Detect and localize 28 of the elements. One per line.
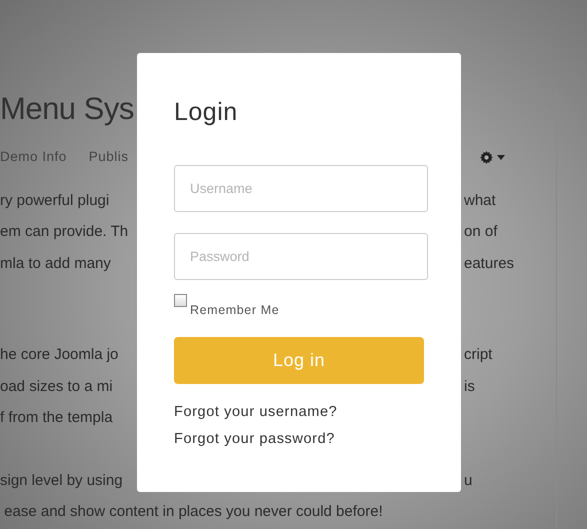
dialog-title: Login	[174, 97, 239, 127]
caret-icon	[497, 154, 505, 160]
forgot-password-link[interactable]: Forgot your password?	[174, 430, 335, 448]
username-field[interactable]: Username	[174, 165, 428, 212]
remember-checkbox[interactable]	[174, 294, 187, 307]
paragraph-text: ease and show content in places you never could before!	[3, 503, 383, 520]
paragraph-text: he core Joomla jo	[0, 346, 118, 363]
paragraph-text: ry powerful plugi	[0, 192, 110, 208]
remember-label: Remember Me	[190, 302, 280, 319]
paragraph-text: f from the templa	[0, 409, 113, 426]
paragraph-text: sign level by using	[0, 472, 123, 488]
paragraph-text: is	[464, 376, 475, 396]
paragraph-text: eatures	[464, 254, 514, 274]
settings-icon	[480, 150, 493, 164]
login-button[interactable]: Log in	[174, 337, 424, 384]
password-field[interactable]: Password	[174, 233, 428, 280]
nav-link[interactable]: Demo Info	[0, 146, 67, 168]
nav-link[interactable]: Publis	[88, 146, 129, 168]
paragraph-text: on of	[464, 222, 498, 242]
paragraph-text: em can provide. Th	[0, 223, 128, 240]
paragraph-text: u	[464, 470, 472, 490]
paragraph-text: oad sizes to a mi	[0, 378, 113, 394]
paragraph-text: what	[464, 190, 496, 210]
page-title: Menu Sys	[0, 90, 134, 128]
paragraph-text: cript	[464, 345, 492, 365]
paragraph-text: mla to add many	[0, 254, 111, 272]
forgot-username-link[interactable]: Forgot your username?	[174, 403, 338, 421]
settings-button[interactable]	[480, 150, 505, 164]
